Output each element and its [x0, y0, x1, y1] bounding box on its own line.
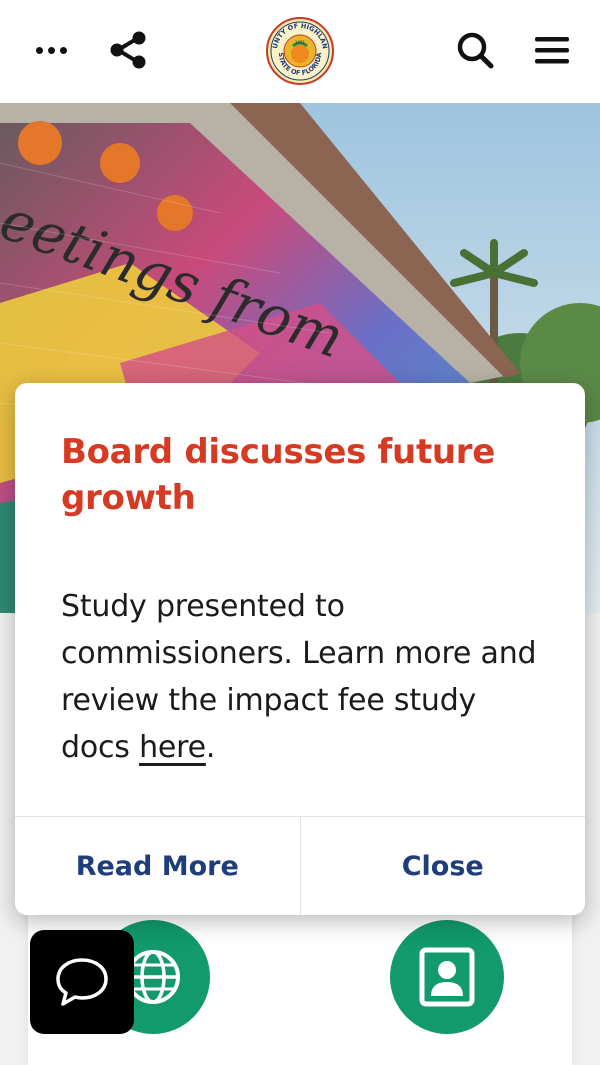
seal-year: 1921 [295, 40, 306, 45]
dialog-actions: Read More Close [15, 816, 585, 915]
county-seal-logo[interactable]: COUNTY OF HIGHLANDS STATE OF FLORIDA 192… [265, 16, 335, 86]
more-button[interactable] [23, 22, 79, 78]
read-more-button[interactable]: Read More [15, 817, 300, 915]
contact-card-icon [419, 947, 475, 1007]
chat-bubble-icon [56, 958, 108, 1006]
search-button[interactable] [447, 22, 503, 78]
share-icon [110, 31, 146, 69]
more-icon [35, 46, 67, 54]
site-header: COUNTY OF HIGHLANDS STATE OF FLORIDA 192… [0, 0, 600, 103]
dialog-title: Board discusses future growth [61, 432, 496, 518]
menu-icon [535, 37, 569, 64]
dialog-body-text: Study presented to commissioners. Learn … [61, 589, 537, 765]
close-button[interactable]: Close [299, 817, 586, 915]
contact-button[interactable] [390, 920, 504, 1034]
share-button[interactable] [101, 22, 157, 78]
news-alert-dialog: Board discusses future growth Study pres… [15, 383, 585, 915]
chat-button[interactable] [30, 930, 134, 1034]
dialog-body-end: . [205, 730, 216, 765]
dialog-body: Study presented to commissioners. Learn … [61, 583, 551, 771]
here-link[interactable]: here [139, 730, 206, 765]
menu-button[interactable] [524, 22, 580, 78]
search-icon [457, 32, 494, 69]
